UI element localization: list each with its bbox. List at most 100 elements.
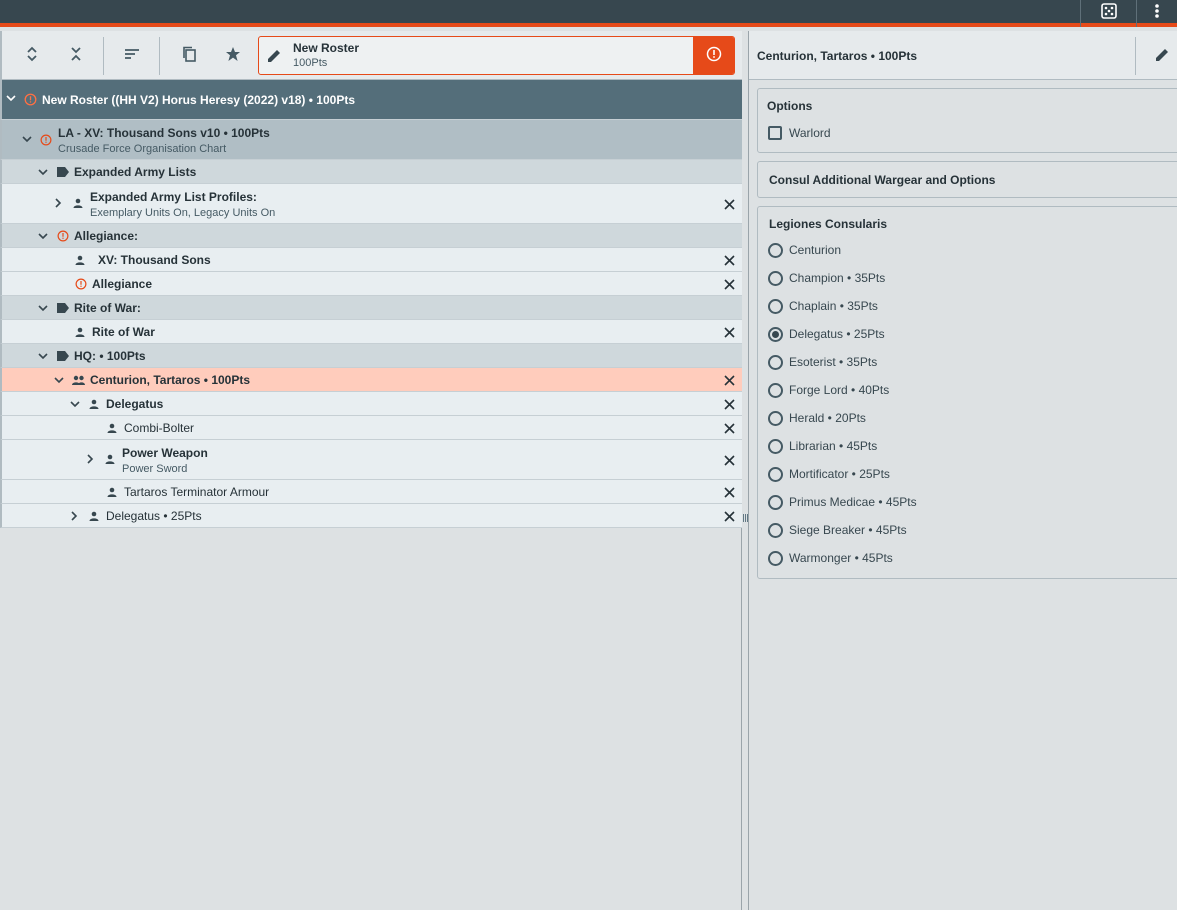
tree-row-centurion-selected[interactable]: Centurion, Tartaros • 100Pts [0, 368, 742, 392]
tree-row-delegatus[interactable]: Delegatus [0, 392, 742, 416]
consul-radio-option[interactable]: Centurion [768, 241, 841, 259]
consul-radio-option[interactable]: Delegatus • 25Pts [768, 325, 885, 343]
radio-button[interactable] [768, 382, 783, 398]
tree-row-armour[interactable]: Tartaros Terminator Armour [0, 480, 742, 504]
tree-row-power-weapon[interactable]: Power Weapon Power Sword [0, 440, 742, 480]
chevron-down-icon[interactable] [54, 376, 64, 384]
close-icon[interactable] [722, 373, 736, 387]
tree-row-category-rite[interactable]: Rite of War: [0, 296, 742, 320]
label-tag-icon [57, 351, 69, 361]
dice-button[interactable] [1080, 0, 1136, 27]
person-icon [75, 327, 85, 337]
error-icon [706, 46, 722, 67]
chevron-right-icon[interactable] [70, 511, 78, 521]
entry-title: Centurion, Tartaros • 100Pts [90, 373, 251, 387]
close-icon[interactable] [722, 509, 736, 523]
pane-splitter[interactable] [742, 31, 749, 910]
consul-radio-option[interactable]: Primus Medicae • 45Pts [768, 493, 917, 511]
tree-row-combi-bolter[interactable]: Combi-Bolter [0, 416, 742, 440]
entry-title: Allegiance [92, 277, 153, 291]
consul-label: Champion • 35Pts [789, 271, 886, 285]
sort-button[interactable] [116, 37, 148, 75]
favorite-button[interactable] [217, 37, 249, 75]
person-icon [107, 487, 117, 497]
chevron-down-icon[interactable] [70, 400, 80, 408]
radio-button[interactable] [768, 438, 783, 454]
radio-button[interactable] [768, 270, 783, 286]
close-icon[interactable] [722, 325, 736, 339]
radio-button[interactable] [768, 242, 783, 258]
close-icon[interactable] [722, 397, 736, 411]
radio-button[interactable] [768, 466, 783, 482]
chevron-down-icon[interactable] [38, 352, 48, 360]
consul-radio-option[interactable]: Librarian • 45Pts [768, 437, 877, 455]
chevron-down-icon[interactable] [38, 168, 48, 176]
chevron-right-icon[interactable] [86, 454, 94, 464]
tree-row-delegatus-2[interactable]: Delegatus • 25Pts [0, 504, 742, 528]
chevron-right-icon[interactable] [54, 198, 62, 208]
consul-radio-option[interactable]: Siege Breaker • 45Pts [768, 521, 907, 539]
tree-row-expanded-profiles[interactable]: Expanded Army List Profiles: Exemplary U… [0, 184, 742, 224]
force-subtitle: Crusade Force Organisation Chart [58, 143, 227, 155]
consul-radio-option[interactable]: Warmonger • 45Pts [768, 549, 893, 567]
tree-row-category-expanded[interactable]: Expanded Army Lists [0, 160, 742, 184]
close-icon[interactable] [722, 485, 736, 499]
roster-name-field[interactable]: New Roster 100Pts [258, 36, 735, 75]
details-title: Centurion, Tartaros • 100Pts [757, 49, 918, 63]
roster-toolbar: New Roster 100Pts [0, 31, 742, 80]
close-icon[interactable] [722, 453, 736, 467]
person-icon [89, 399, 99, 409]
kebab-menu-icon [1154, 3, 1160, 24]
tree-row-thousand-sons[interactable]: XV: Thousand Sons [0, 248, 742, 272]
person-icon [107, 423, 117, 433]
edit-pencil-icon[interactable] [1154, 47, 1170, 68]
consul-label: Esoterist • 35Pts [789, 355, 878, 369]
tree-row-rite[interactable]: Rite of War [0, 320, 742, 344]
chevron-down-icon[interactable] [22, 135, 32, 143]
consul-label: Forge Lord • 40Pts [789, 383, 890, 397]
radio-button[interactable] [768, 354, 783, 370]
close-icon[interactable] [722, 253, 736, 267]
entry-title: Combi-Bolter [124, 421, 195, 435]
label-tag-icon [57, 303, 69, 313]
category-label: Allegiance: [74, 229, 139, 243]
entry-title: XV: Thousand Sons [98, 253, 211, 267]
roster-error-button[interactable] [693, 37, 734, 74]
person-icon [89, 511, 99, 521]
consul-wargear-card[interactable]: Consul Additional Wargear and Options [757, 161, 1177, 198]
collapse-all-button[interactable] [60, 37, 92, 75]
details-header: Centurion, Tartaros • 100Pts [749, 31, 1177, 80]
expand-all-button[interactable] [16, 37, 48, 75]
tree-row-category-allegiance[interactable]: Allegiance: [0, 224, 742, 248]
consul-radio-option[interactable]: Herald • 20Pts [768, 409, 866, 427]
radio-button[interactable] [768, 550, 783, 566]
radio-button[interactable] [768, 298, 783, 314]
consul-radio-option[interactable]: Chaplain • 35Pts [768, 297, 878, 315]
tree-row-allegiance[interactable]: Allegiance [0, 272, 742, 296]
warlord-checkbox[interactable]: Warlord [768, 124, 831, 142]
chevron-down-icon[interactable] [38, 232, 48, 240]
radio-button[interactable] [768, 410, 783, 426]
tree-row-category-hq[interactable]: HQ: • 100Pts [0, 344, 742, 368]
chevron-down-icon[interactable] [38, 304, 48, 312]
more-menu-button[interactable] [1136, 0, 1177, 27]
consul-radio-option[interactable]: Champion • 35Pts [768, 269, 885, 287]
consul-radio-option[interactable]: Esoterist • 35Pts [768, 353, 877, 371]
category-label: HQ: • 100Pts [74, 349, 146, 363]
chevron-down-icon[interactable] [6, 94, 16, 102]
tree-row-roster[interactable]: New Roster ((HH V2) Horus Heresy (2022) … [0, 80, 742, 120]
copy-button[interactable] [173, 37, 205, 75]
close-icon[interactable] [722, 197, 736, 211]
error-icon [75, 278, 87, 290]
radio-button[interactable] [768, 326, 783, 342]
radio-button[interactable] [768, 494, 783, 510]
close-icon[interactable] [722, 421, 736, 435]
close-icon[interactable] [722, 277, 736, 291]
consul-radio-option[interactable]: Mortificator • 25Pts [768, 465, 890, 483]
card-header: Legiones Consularis [769, 217, 888, 231]
dice-icon [1100, 3, 1117, 24]
radio-button[interactable] [768, 522, 783, 538]
card-header: Options [767, 99, 813, 113]
consul-radio-option[interactable]: Forge Lord • 40Pts [768, 381, 889, 399]
tree-row-force[interactable]: LA - XV: Thousand Sons v10 • 100Pts Crus… [0, 120, 742, 160]
